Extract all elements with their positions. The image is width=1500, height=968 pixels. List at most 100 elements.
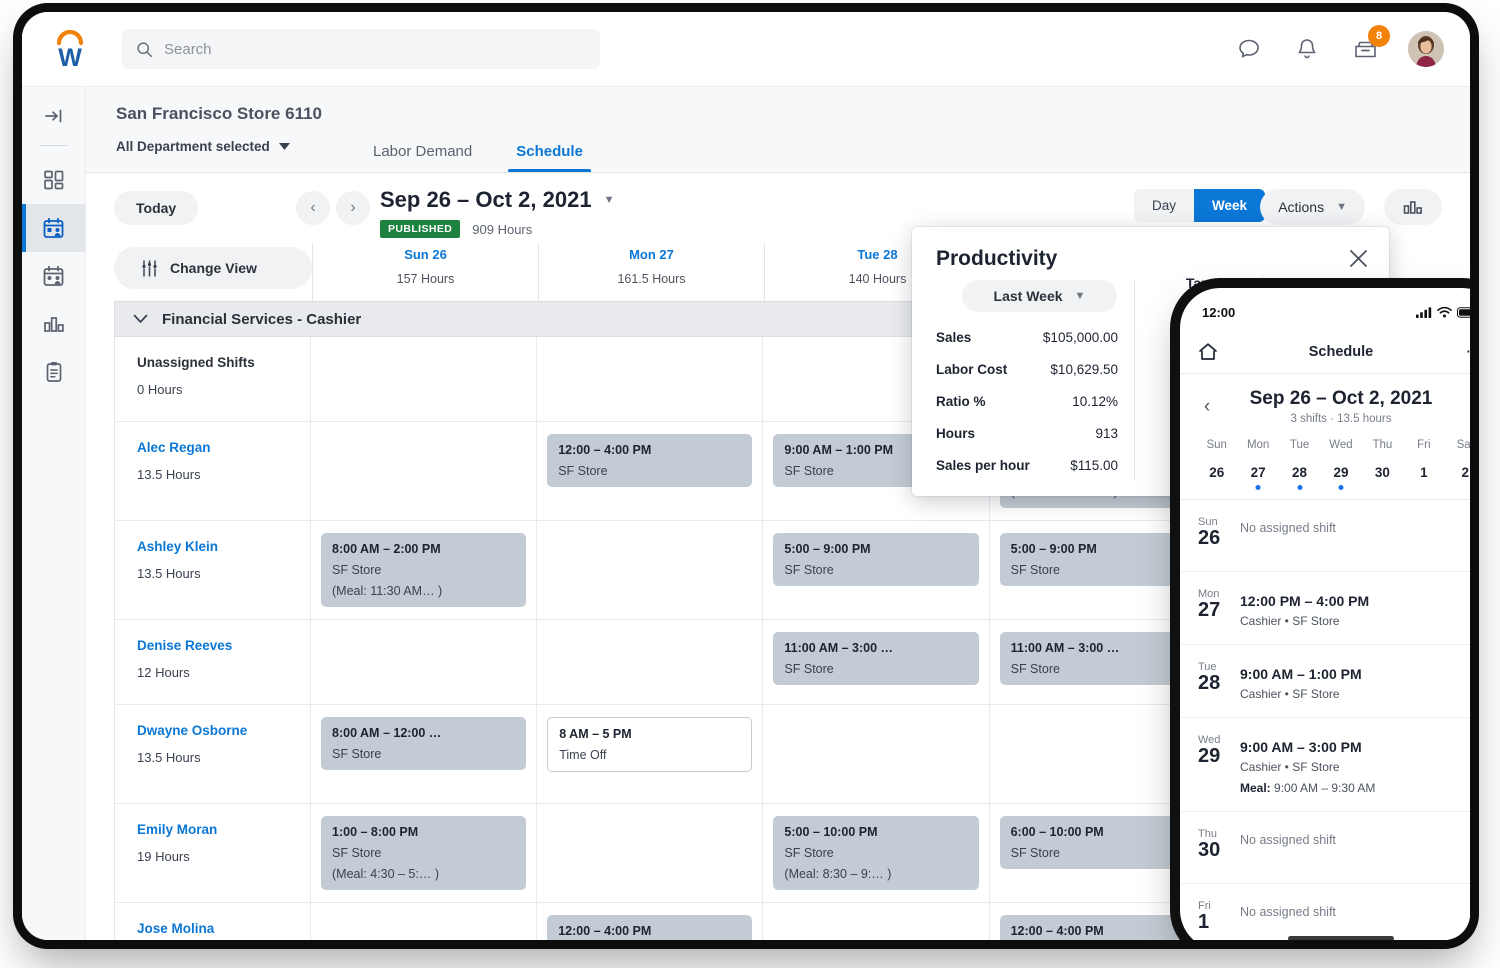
- worker-name-link[interactable]: Denise Reeves: [137, 638, 310, 653]
- schedule-cell[interactable]: [537, 620, 764, 704]
- tab-schedule[interactable]: Schedule: [494, 143, 605, 172]
- shift-location: SF Store: [332, 747, 382, 761]
- shift-block[interactable]: 5:00 – 10:00 PM SF Store (Meal: 8:30 – 9:……: [773, 816, 979, 890]
- schedule-cell[interactable]: [763, 903, 990, 940]
- today-button[interactable]: Today: [114, 191, 199, 225]
- phone-date-cell[interactable]: 28: [1279, 465, 1320, 491]
- chat-icon[interactable]: [1234, 34, 1264, 64]
- next-week-button[interactable]: ›: [336, 191, 370, 225]
- list-item[interactable]: Tue 28 9:00 AM – 1:00 PM Cashier • SF Store: [1180, 645, 1470, 718]
- phone-date-cell[interactable]: 27: [1237, 465, 1278, 491]
- worker-cell: Alec Regan 13.5 Hours: [115, 422, 311, 520]
- shift-block[interactable]: 1:00 – 8:00 PM SF Store (Meal: 4:30 – 5:… …: [321, 816, 527, 890]
- schedule-cell[interactable]: [311, 337, 538, 421]
- worker-name-link[interactable]: Ashley Klein: [137, 539, 310, 554]
- sidebar-item-reports[interactable]: [22, 300, 85, 348]
- more-options-icon[interactable]: ⋯: [1466, 342, 1471, 362]
- phone-date-cell[interactable]: 26: [1196, 465, 1237, 491]
- phone-date-cell[interactable]: 1: [1403, 465, 1444, 491]
- phone-date-cell[interactable]: 29: [1320, 465, 1361, 491]
- shift-block[interactable]: 8:00 AM – 12:00 … SF Store: [321, 717, 527, 770]
- phone-date-cell[interactable]: 30: [1362, 465, 1403, 491]
- sidebar-item-tasks[interactable]: [22, 348, 85, 396]
- close-icon[interactable]: [1345, 245, 1371, 271]
- inbox-icon[interactable]: 8: [1350, 25, 1390, 64]
- worker-name-link[interactable]: Emily Moran: [137, 822, 310, 837]
- sidebar-item-dashboard[interactable]: [22, 156, 85, 204]
- view-week-button[interactable]: Week: [1193, 189, 1265, 222]
- schedule-cell[interactable]: 5:00 – 9:00 PM SF Store: [763, 521, 990, 619]
- list-item[interactable]: Sun 26 No assigned shift: [1180, 500, 1470, 572]
- schedule-cell[interactable]: [311, 903, 538, 940]
- shift-block[interactable]: 11:00 AM – 3:00 … SF Store: [773, 632, 979, 685]
- schedule-cell[interactable]: 12:00 – 4:00 PM: [537, 903, 764, 940]
- change-view-button[interactable]: Change View: [114, 247, 312, 289]
- worker-name-link[interactable]: Alec Regan: [137, 440, 310, 455]
- department-filter[interactable]: All Department selected: [116, 139, 290, 154]
- previous-week-button[interactable]: ‹: [296, 191, 330, 225]
- sidebar-item-time[interactable]: [22, 252, 85, 300]
- expand-sidebar[interactable]: [22, 87, 85, 145]
- schedule-cell[interactable]: 5:00 – 10:00 PM SF Store (Meal: 8:30 – 9:……: [763, 804, 990, 902]
- schedule-cell[interactable]: 8 AM – 5 PM Time Off: [537, 705, 764, 803]
- time-off-label: Time Off: [559, 748, 607, 762]
- page-title: San Francisco Store 6110: [116, 104, 322, 123]
- schedule-cell[interactable]: [763, 705, 990, 803]
- shift-indicator-dot: [1338, 485, 1344, 490]
- shift-block[interactable]: 5:00 – 9:00 PM SF Store: [773, 533, 979, 586]
- tab-labor-demand[interactable]: Labor Demand: [351, 143, 494, 172]
- shift-time: 8:00 AM – 12:00 …: [332, 726, 442, 740]
- shift-block[interactable]: 8:00 AM – 2:00 PM SF Store (Meal: 11:30 AM…: [321, 533, 527, 607]
- phone-next-week-button[interactable]: ›: [1464, 396, 1470, 418]
- phone-date-strip: 26 27 28 29 30 1 2: [1196, 465, 1470, 491]
- worker-name-link[interactable]: Jose Molina: [137, 921, 310, 936]
- shift-block[interactable]: 11:00 AM – 3:00 … SF Store: [999, 632, 1205, 685]
- phone-notch: [1267, 288, 1415, 313]
- time-off-block[interactable]: 8 AM – 5 PM Time Off: [547, 717, 753, 772]
- schedule-cell[interactable]: 8:00 AM – 12:00 … SF Store: [311, 705, 538, 803]
- shift-block[interactable]: 6:00 – 10:00 PM SF Store: [999, 816, 1205, 869]
- schedule-cell[interactable]: 11:00 AM – 3:00 … SF Store: [763, 620, 990, 704]
- schedule-cell[interactable]: 8:00 AM – 2:00 PM SF Store (Meal: 11:30 AM…: [311, 521, 538, 619]
- productivity-metric-row: Hours 913: [936, 426, 1118, 441]
- schedule-cell[interactable]: [537, 337, 764, 421]
- list-item[interactable]: Mon 27 12:00 PM – 4:00 PM Cashier • SF Stor…: [1180, 572, 1470, 645]
- list-item[interactable]: Fri 1 No assigned shift: [1180, 884, 1470, 940]
- bell-icon[interactable]: [1292, 34, 1322, 64]
- phone-date-cell[interactable]: 2: [1445, 465, 1470, 491]
- phone-status-icons: [1416, 306, 1470, 318]
- schedule-cell[interactable]: [537, 804, 764, 902]
- actions-button[interactable]: Actions ▼: [1260, 189, 1365, 225]
- schedule-cell[interactable]: [537, 521, 764, 619]
- phone-row-info: No assigned shift: [1240, 516, 1336, 555]
- shift-block[interactable]: 5:00 – 9:00 PM SF Store: [999, 533, 1205, 586]
- schedule-cell[interactable]: [311, 422, 538, 520]
- shift-block[interactable]: 12:00 – 4:00 PM: [547, 915, 753, 940]
- metric-value: $105,000.00: [1042, 330, 1118, 345]
- schedule-cell[interactable]: 12:00 – 4:00 PM SF Store: [537, 422, 764, 520]
- worker-name-link[interactable]: Dwayne Osborne: [137, 723, 310, 738]
- productivity-period-label: Last Week: [993, 288, 1063, 304]
- day-label[interactable]: Sun 26: [313, 247, 538, 262]
- phone-shift-list: Sun 26 No assigned shift Mon 27 12:00 PM – 4:…: [1180, 499, 1470, 940]
- day-label[interactable]: Mon 27: [539, 247, 764, 262]
- list-item[interactable]: Thu 30 No assigned shift: [1180, 812, 1470, 884]
- sidebar-item-scheduling[interactable]: [22, 204, 85, 252]
- shift-block[interactable]: 12:00 – 4:00 PM: [999, 915, 1205, 940]
- search-input[interactable]: Search: [122, 29, 600, 69]
- phone-row-info: 12:00 PM – 4:00 PM Cashier • SF Store: [1240, 588, 1369, 628]
- date-range-selector[interactable]: Sep 26 – Oct 2, 2021 ▼: [380, 187, 614, 213]
- shift-time: 11:00 AM – 3:00 …: [784, 641, 894, 655]
- phone-home-indicator[interactable]: [1288, 936, 1394, 940]
- chart-toggle-button[interactable]: [1384, 189, 1442, 225]
- productivity-period-select[interactable]: Last Week ▼: [962, 280, 1117, 312]
- list-item[interactable]: Wed 29 9:00 AM – 3:00 PM Cashier • SF Store…: [1180, 718, 1470, 812]
- view-day-button[interactable]: Day: [1134, 189, 1194, 222]
- workday-logo[interactable]: W: [38, 30, 102, 68]
- schedule-cell[interactable]: 1:00 – 8:00 PM SF Store (Meal: 4:30 – 5:… …: [311, 804, 538, 902]
- shift-block[interactable]: 12:00 – 4:00 PM SF Store: [547, 434, 753, 487]
- schedule-cell[interactable]: [311, 620, 538, 704]
- phone-previous-week-button[interactable]: ‹: [1196, 396, 1218, 418]
- avatar[interactable]: [1408, 31, 1444, 67]
- section-title: Financial Services - Cashier: [162, 310, 362, 328]
